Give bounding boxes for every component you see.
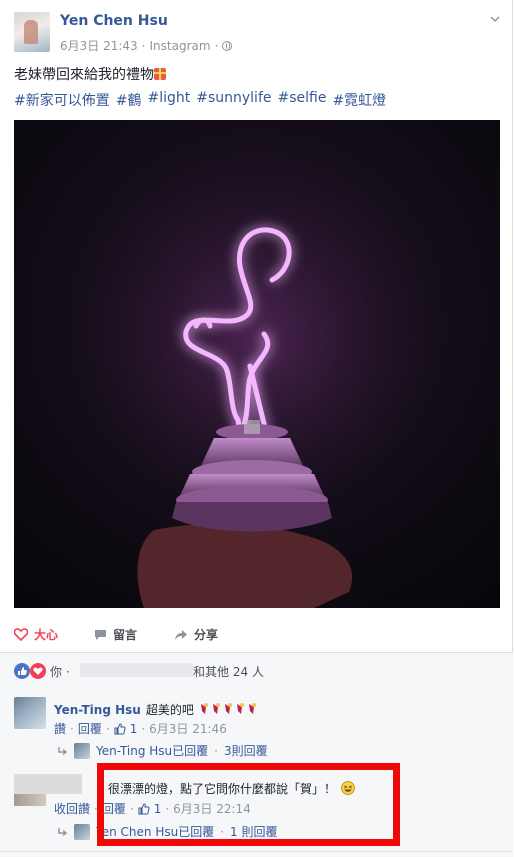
sep: · (105, 721, 110, 736)
sep: · (70, 721, 74, 736)
author-avatar[interactable] (14, 12, 50, 52)
comment-body: Yen-Ting Hsu 超美的吧 (54, 699, 259, 718)
heart-icon (14, 628, 28, 641)
comment-label: 留言 (113, 628, 138, 642)
reply-summary: Yen-Ting Hsu已回覆 (96, 744, 209, 758)
commenter-name[interactable]: Yen-Ting Hsu (54, 703, 141, 717)
reactions-prefix: 你 · (50, 665, 70, 679)
chevron-down-icon[interactable] (490, 14, 500, 24)
highlight-box (97, 763, 400, 846)
post-text: 老妹帶回來給我的禮物 (14, 64, 166, 84)
post-meta: 6月3日 21:43 · Instagram · (60, 37, 233, 54)
globe-icon (222, 40, 233, 51)
hashtag-link[interactable]: #sunnylife (196, 90, 271, 110)
sep: · (141, 721, 146, 736)
share-button[interactable]: 分享 (174, 626, 218, 643)
reply-arrow-icon (58, 746, 68, 755)
heart-icon (33, 667, 43, 675)
replies-link[interactable]: Yen-Ting Hsu已回覆 · 3則回覆 (58, 742, 268, 759)
thumbs-up-icon (114, 722, 126, 734)
comment-actions: 讚 · 回覆 · 1 · 6月3日 21:46 (54, 720, 227, 737)
post-source[interactable]: Instagram (150, 39, 211, 53)
post-timestamp[interactable]: 6月3日 21:43 (60, 37, 138, 54)
like-label: 大心 (34, 628, 59, 642)
redacted-names (80, 663, 193, 677)
hashtag-link[interactable]: #霓虹燈 (332, 90, 386, 110)
replier-avatar (74, 823, 90, 840)
reply-arrow-icon (58, 827, 68, 836)
commenter-avatar[interactable] (14, 794, 46, 806)
reactions-others[interactable]: 和其他 24 人 (193, 663, 264, 680)
emoji-icons (201, 703, 257, 714)
replier-avatar (74, 742, 90, 759)
hashtag-list: #新家可以佈置 #鶴 #light #sunnylife #selfie #霓虹… (14, 90, 386, 110)
comment-like-button[interactable]: 讚 (54, 720, 66, 737)
post-message: 老妹帶回來給我的禮物 (14, 67, 154, 83)
hashtag-link[interactable]: #鶴 (116, 90, 142, 110)
gift-icon (154, 68, 166, 80)
share-label: 分享 (194, 628, 219, 642)
hashtag-link[interactable]: #新家可以佈置 (14, 90, 110, 110)
hashtag-link[interactable]: #selfie (277, 90, 326, 110)
author-name[interactable]: Yen Chen Hsu (60, 13, 168, 29)
meta-separator: · (141, 38, 146, 53)
redacted-commenter (14, 774, 82, 794)
post-photo[interactable] (14, 120, 500, 608)
bottom-divider (0, 851, 513, 857)
meta-separator-2: · (214, 38, 219, 53)
post-actions: 大心 留言 分享 (14, 618, 500, 652)
thumbs-up-icon (18, 667, 27, 675)
hashtag-link[interactable]: #light (147, 90, 190, 110)
post-card: Yen Chen Hsu 6月3日 21:43 · Instagram · 老妹… (0, 0, 513, 857)
comment-time[interactable]: 6月3日 21:46 (149, 720, 227, 737)
love-reaction-button[interactable]: 大心 (14, 626, 58, 643)
comment-like-count[interactable]: 1 (130, 722, 138, 736)
comment-unlike-button[interactable]: 收回讚 (54, 800, 90, 817)
comment-reply-button[interactable]: 回覆 (78, 720, 102, 737)
love-reaction-icon[interactable] (30, 663, 46, 679)
comment-text: 超美的吧 (145, 703, 194, 717)
post-header: Yen Chen Hsu 6月3日 21:43 · Instagram · (14, 10, 500, 56)
reactions-summary: 你 · 和其他 24 人 (0, 652, 513, 686)
comment-icon (95, 629, 106, 640)
share-icon (175, 629, 187, 640)
like-reaction-icon[interactable] (14, 663, 30, 679)
commenter-avatar[interactable] (14, 697, 46, 729)
reply-count: 3則回覆 (224, 744, 268, 758)
sep: · (214, 743, 218, 758)
neon-flamingo-photo (14, 120, 500, 608)
comment-button[interactable]: 留言 (94, 626, 137, 643)
